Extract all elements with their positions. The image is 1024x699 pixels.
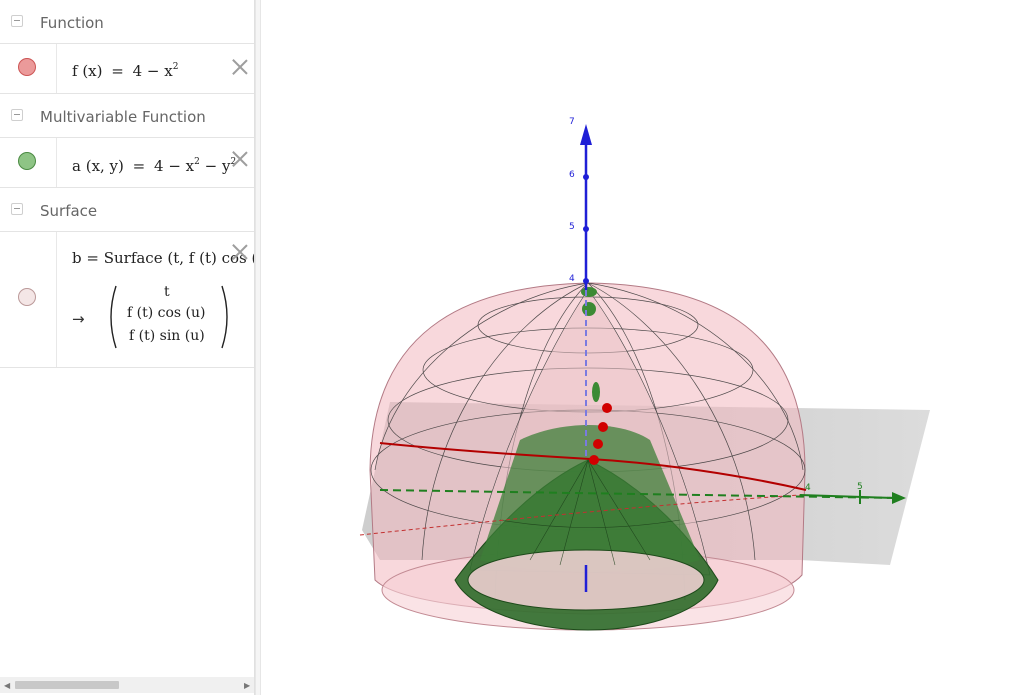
output-arrow: → <box>72 310 85 328</box>
formula-f[interactable]: f (x) = 4 − x2 <box>72 62 178 80</box>
section-title: Function <box>40 14 104 32</box>
x-tick-label: 5 <box>857 482 863 492</box>
algebra-item-f[interactable]: f (x) = 4 − x2 <box>0 44 254 94</box>
visibility-toggle[interactable] <box>18 58 36 76</box>
matrix-row-1: t <box>164 284 170 300</box>
section-header-multivariable[interactable]: Multivariable Function <box>0 94 254 138</box>
algebra-item-a[interactable]: a (x, y) = 4 − x2 − y2 <box>0 138 254 188</box>
close-icon[interactable] <box>232 59 248 75</box>
matrix-row-2: f (t) cos (u) <box>127 305 206 321</box>
collapse-icon[interactable] <box>11 109 23 121</box>
scroll-left-icon[interactable]: ◀ <box>4 681 10 690</box>
formula-lhs: a (x, y) <box>72 157 124 175</box>
z-axis-arrow <box>580 124 592 145</box>
visibility-toggle[interactable] <box>18 288 36 306</box>
green-point <box>592 382 600 402</box>
formula-exp: 2 <box>172 62 179 72</box>
section-header-surface[interactable]: Surface <box>0 188 254 232</box>
z-tick-label: 5 <box>569 222 575 232</box>
section-header-function[interactable]: Function <box>0 0 254 44</box>
formula-eq: = <box>111 62 124 80</box>
collapse-icon[interactable] <box>11 203 23 215</box>
close-icon[interactable] <box>232 151 248 167</box>
z-tick-label: 7 <box>569 117 575 127</box>
section-title: Multivariable Function <box>40 108 206 126</box>
green-point <box>582 302 596 316</box>
collapse-icon[interactable] <box>11 15 23 27</box>
visibility-toggle[interactable] <box>18 152 36 170</box>
section-title: Surface <box>40 202 98 220</box>
item-separator <box>56 44 57 93</box>
x-tick-label: 4 <box>805 483 811 493</box>
algebra-item-b[interactable]: b = Surface (t, f (t) cos (u → t f (t) c… <box>0 232 254 368</box>
formula-b-definition[interactable]: b = Surface (t, f (t) cos (u <box>72 249 254 267</box>
formula-rhs: − y <box>199 157 231 175</box>
close-icon[interactable] <box>232 244 248 260</box>
matrix-row-3: f (t) sin (u) <box>129 328 205 344</box>
graphics-3d-view[interactable]: 4 5 7 6 5 4 <box>261 0 1024 695</box>
scrollbar-thumb[interactable] <box>15 681 119 689</box>
scene-3d[interactable]: 4 5 7 6 5 4 <box>261 0 1024 695</box>
scroll-right-icon[interactable]: ▶ <box>244 681 250 690</box>
z-tick-label: 6 <box>569 170 575 180</box>
formula-eq: = <box>132 157 146 175</box>
formula-rhs: 4 − x <box>132 62 173 80</box>
algebra-view: Function f (x) = 4 − x2 Multivariable Fu… <box>0 0 255 695</box>
formula-a[interactable]: a (x, y) = 4 − x2 − y2 <box>72 157 236 175</box>
formula-lhs: f (x) <box>72 62 103 80</box>
formula-rhs: 4 − x <box>154 157 195 175</box>
z-tick-label: 4 <box>569 274 575 284</box>
item-separator <box>56 138 57 187</box>
green-point <box>581 287 597 297</box>
horizontal-scrollbar[interactable]: ◀ ▶ <box>0 677 254 693</box>
item-separator <box>56 232 57 367</box>
